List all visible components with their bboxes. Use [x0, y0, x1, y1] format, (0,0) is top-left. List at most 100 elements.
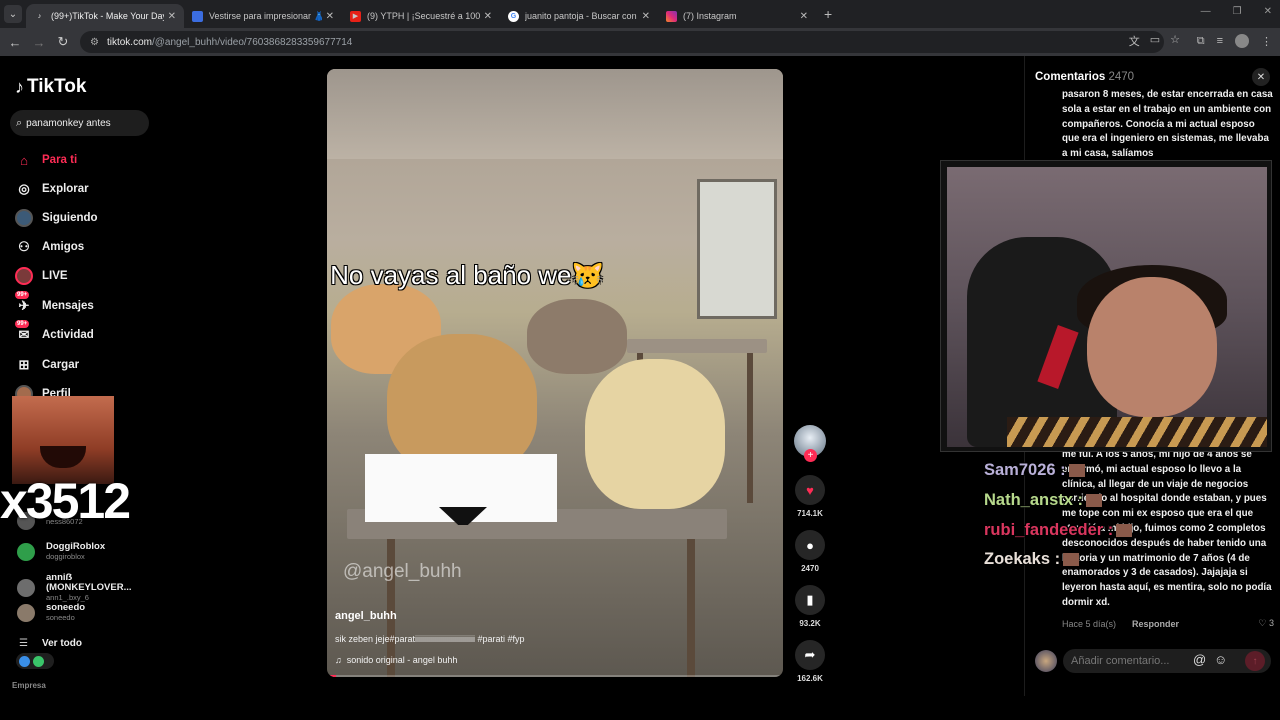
- desk-leg: [747, 353, 753, 503]
- mention-icon[interactable]: @: [1193, 652, 1206, 667]
- streamer-shirt: [1007, 417, 1267, 447]
- tab-search-button[interactable]: ⌄: [4, 5, 22, 23]
- address-bar[interactable]: ⚙ tiktok.com/@angel_buhh/video/760386828…: [80, 31, 1164, 53]
- account-handle: ann1_.bxy_6: [46, 593, 89, 602]
- save-button[interactable]: ▮: [795, 585, 825, 615]
- cat-image: [387, 334, 537, 474]
- emote-icon: [1116, 524, 1133, 538]
- browser-actions: ⧉ ≡ ⋮: [1197, 34, 1272, 48]
- reply-button[interactable]: Responder: [1132, 619, 1179, 629]
- translate-icon[interactable]: 文: [1129, 33, 1140, 49]
- comment-like[interactable]: ♡ 3: [1258, 618, 1274, 629]
- nav-cargar[interactable]: ⊞ Cargar: [15, 356, 80, 374]
- account-name: soneedo: [46, 602, 86, 613]
- following-account[interactable]: anniẞ (MONKEYLOVER... ann1_.bxy_6: [17, 573, 160, 602]
- tab-vestirse[interactable]: Vestirse para impresionar 👗 | J ✕: [184, 4, 342, 28]
- dog-image: [585, 359, 725, 509]
- close-icon[interactable]: ✕: [642, 11, 650, 22]
- tab-tiktok[interactable]: ♪ (99+)TikTok - Make Your Day ✕: [26, 4, 184, 28]
- friends-icon: ⚇: [18, 239, 30, 254]
- chat-username: rubi_fandeeder :: [984, 521, 1133, 540]
- list-icon: ☰: [19, 638, 28, 649]
- close-icon[interactable]: ✕: [484, 11, 492, 22]
- notification-badge: 99+: [15, 320, 30, 328]
- close-icon[interactable]: ✕: [168, 11, 176, 22]
- menu-icon[interactable]: ⋮: [1261, 35, 1272, 48]
- like-button[interactable]: ♥: [795, 475, 825, 505]
- tab-google[interactable]: G juanito pantoja - Buscar con Go ✕: [500, 4, 658, 28]
- nav-actividad[interactable]: ✉ 99+ Actividad: [15, 320, 94, 344]
- messages-icon: ✈ 99+: [15, 291, 30, 313]
- video-sound[interactable]: ♫ sonido original - angel buhh: [335, 655, 457, 665]
- send-button[interactable]: ↑: [1245, 651, 1265, 671]
- chat-user-text: Zoekaks :: [984, 550, 1061, 568]
- tab-title: (7) Instagram: [683, 11, 737, 21]
- reload-icon[interactable]: ↻: [51, 34, 75, 50]
- tiktok-logo[interactable]: ♪ TikTok: [15, 76, 86, 98]
- following-account[interactable]: soneedo soneedo: [17, 603, 85, 622]
- nav-label: Cargar: [42, 359, 80, 371]
- tab-title: (99+)TikTok - Make Your Day: [51, 11, 164, 21]
- following-account[interactable]: DoggiRoblox doggiroblox: [17, 542, 105, 561]
- extensions-icon[interactable]: ⧉: [1197, 35, 1205, 48]
- share-count: 162.6K: [797, 674, 823, 683]
- nav-mensajes[interactable]: ✈ 99+ Mensajes: [15, 291, 94, 315]
- close-icon[interactable]: ✕: [800, 11, 808, 22]
- video-author[interactable]: angel_buhh: [335, 610, 397, 622]
- chat-username: Zoekaks :: [984, 550, 1080, 569]
- extension-toggle[interactable]: [16, 653, 54, 669]
- nav-explorar[interactable]: ◎ Explorar: [15, 180, 88, 198]
- chat-username: Sam7026 :: [984, 461, 1085, 480]
- nav-amigos[interactable]: ⚇ Amigos: [15, 238, 84, 256]
- see-all-button[interactable]: ☰ Ver todo: [17, 638, 82, 649]
- nav-siguiendo[interactable]: Siguiendo: [15, 209, 98, 227]
- comment-button[interactable]: ●: [795, 530, 825, 560]
- avatar: [17, 603, 35, 622]
- nav-para-ti[interactable]: ⌂ Para ti: [15, 151, 77, 169]
- sound-label: sonido original - angel buhh: [346, 655, 458, 665]
- star-icon[interactable]: ☆: [1170, 33, 1180, 49]
- notification-badge: 99+: [15, 291, 30, 299]
- chat-user-text: Sam7026 :: [984, 461, 1066, 479]
- video-progress-bar[interactable]: [327, 675, 783, 677]
- comment-input[interactable]: [1063, 649, 1271, 673]
- action-rail: + ♥ 714.1K ● 2470 ▮ 93.2K ➦ 162.6K: [793, 425, 827, 683]
- emoji-icon[interactable]: ☺: [1214, 652, 1227, 667]
- share-button[interactable]: ➦: [795, 640, 825, 670]
- follow-plus-icon[interactable]: +: [804, 449, 817, 462]
- media-icon[interactable]: ≡: [1217, 35, 1223, 47]
- add-comment-row: [1035, 648, 1271, 674]
- account-name: DoggiRoblox: [46, 541, 106, 552]
- progress-fill: [327, 675, 337, 677]
- profile-avatar[interactable]: [1235, 34, 1249, 48]
- desk-leg: [687, 539, 695, 677]
- instagram-icon: [666, 10, 677, 22]
- minimize-icon[interactable]: —: [1201, 6, 1211, 17]
- nav-label: Mensajes: [42, 300, 94, 312]
- cast-icon[interactable]: ▭: [1150, 33, 1160, 49]
- search-box[interactable]: ⌕ panamonkey antes: [10, 110, 149, 136]
- search-input[interactable]: panamonkey antes: [26, 118, 111, 129]
- account-name: anniẞ (MONKEYLOVER...: [46, 572, 132, 593]
- tab-instagram[interactable]: (7) Instagram ✕: [658, 4, 816, 28]
- tab-youtube[interactable]: ▶ (9) YTPH | ¡Secuestré a 100 Pers ✕: [342, 4, 500, 28]
- forward-icon[interactable]: →: [27, 35, 51, 50]
- chat-user-text: Nath_anstx :: [984, 491, 1084, 509]
- video-player[interactable]: No vayas al baño we😿 @angel_buhh angel_b…: [327, 69, 783, 677]
- site-info-icon[interactable]: ⚙: [90, 37, 99, 48]
- video-caption: No vayas al baño we😿: [330, 260, 604, 290]
- footer-link[interactable]: Empresa: [12, 681, 46, 690]
- close-comments-button[interactable]: ✕: [1252, 68, 1270, 86]
- creator-avatar[interactable]: +: [794, 425, 826, 462]
- close-icon[interactable]: ✕: [326, 11, 334, 22]
- comment-meta: Hace 5 día(s) Responder ♡ 3: [1062, 618, 1274, 629]
- heart-icon: ♥: [806, 482, 814, 498]
- account-handle: doggiroblox: [46, 552, 85, 561]
- close-window-icon[interactable]: ✕: [1264, 6, 1272, 17]
- nav-label: Actividad: [42, 329, 94, 341]
- nav-live[interactable]: LIVE: [15, 267, 68, 285]
- new-tab-button[interactable]: +: [824, 6, 832, 22]
- maximize-icon[interactable]: ❐: [1233, 6, 1242, 17]
- back-icon[interactable]: ←: [3, 35, 27, 50]
- bookmark-icon: ▮: [806, 592, 814, 607]
